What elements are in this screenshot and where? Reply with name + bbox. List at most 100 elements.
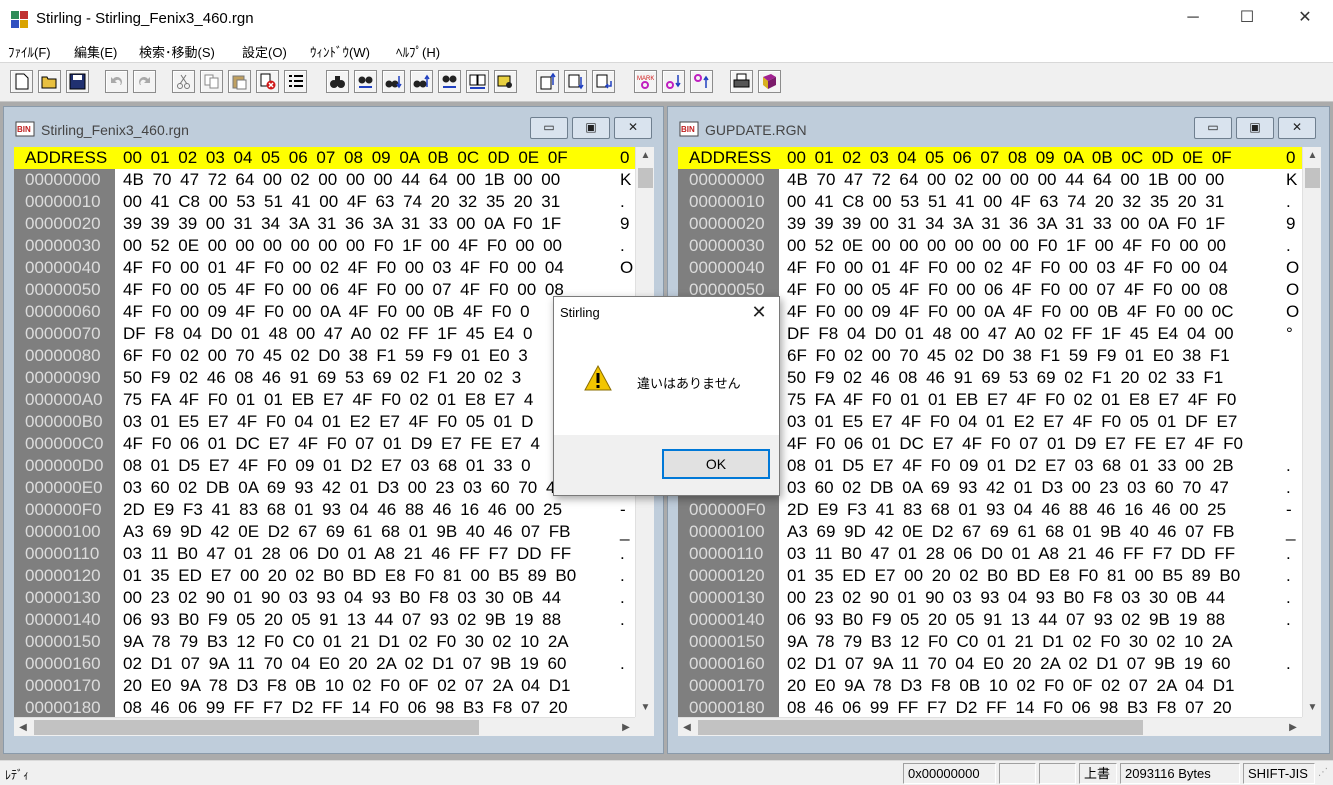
row-bytes[interactable]: 03 11 B0 47 01 28 06 D0 01 A8 21 46 FF F… [787, 543, 1235, 565]
right-close-button[interactable]: ✕ [1278, 117, 1316, 139]
hex-row[interactable]: 00000120 01 35 ED E7 00 20 02 B0 BD E8 F0… [678, 565, 1321, 587]
row-ascii[interactable]: O [620, 257, 633, 279]
jump-mid-icon[interactable] [564, 70, 587, 93]
minimize-button[interactable]: ─ [1170, 0, 1216, 38]
row-ascii[interactable]: . [1286, 543, 1291, 565]
row-bytes[interactable]: 50 F9 02 46 08 46 91 69 53 69 02 F1 20 0… [123, 367, 521, 389]
row-ascii[interactable]: . [1286, 235, 1291, 257]
close-button[interactable]: ✕ [1282, 0, 1328, 38]
row-bytes[interactable]: 02 D1 07 9A 11 70 04 E0 20 2A 02 D1 07 9… [123, 653, 566, 675]
row-ascii[interactable]: . [620, 587, 625, 609]
row-bytes[interactable]: 4B 70 47 72 64 00 02 00 00 00 44 64 00 1… [123, 169, 560, 191]
row-bytes[interactable]: 00 23 02 90 01 90 03 93 04 93 B0 F8 03 3… [787, 587, 1225, 609]
hex-row[interactable]: 000000F0 2D E9 F3 41 83 68 01 93 04 46 88… [14, 499, 654, 521]
scroll-up-arrow[interactable]: ▲ [1303, 147, 1321, 165]
menu-window[interactable]: ｳｨﾝﾄﾞｳ(W) [310, 42, 370, 61]
row-bytes[interactable]: 20 E0 9A 78 D3 F8 0B 10 02 F0 0F 02 07 2… [787, 675, 1235, 697]
maximize-button[interactable]: ☐ [1224, 0, 1270, 38]
scroll-thumb[interactable] [638, 168, 653, 188]
jump-end-icon[interactable] [592, 70, 615, 93]
row-ascii[interactable]: - [1286, 499, 1292, 521]
row-ascii[interactable]: . [1286, 477, 1291, 499]
hex-row[interactable]: 00000000 4B 70 47 72 64 00 02 00 00 00 44… [678, 169, 1321, 191]
hex-row[interactable]: 00000170 20 E0 9A 78 D3 F8 0B 10 02 F0 0F… [14, 675, 654, 697]
right-vertical-scrollbar[interactable]: ▲ ▼ [1302, 147, 1321, 717]
hex-row[interactable]: 00000150 9A 78 79 B3 12 F0 C0 01 21 D1 02… [678, 631, 1321, 653]
print-icon[interactable] [730, 70, 753, 93]
left-window-title-bar[interactable]: BIN Stirling_Fenix3_460.rgn ▭ ▣ ✕ [4, 107, 663, 147]
hex-row[interactable]: 00000040 4F F0 00 01 4F F0 00 02 4F F0 00… [14, 257, 654, 279]
hex-row[interactable]: 00000140 06 93 B0 F9 05 20 05 91 13 44 07… [678, 609, 1321, 631]
row-ascii[interactable]: - [620, 499, 626, 521]
hex-row[interactable]: 00000040 4F F0 00 01 4F F0 00 02 4F F0 00… [678, 257, 1321, 279]
hex-row[interactable]: 00000120 01 35 ED E7 00 20 02 B0 BD E8 F0… [14, 565, 654, 587]
row-bytes[interactable]: 4F F0 00 01 4F F0 00 02 4F F0 00 03 4F F… [123, 257, 564, 279]
row-bytes[interactable]: 08 01 D5 E7 4F F0 09 01 D2 E7 03 68 01 3… [123, 455, 531, 477]
row-bytes[interactable]: 2D E9 F3 41 83 68 01 93 04 46 88 46 16 4… [123, 499, 562, 521]
hex-row[interactable]: 00000180 08 46 06 99 FF F7 D2 FF 14 F0 06… [14, 697, 654, 717]
cut-icon[interactable] [172, 70, 195, 93]
mark-prev-icon[interactable] [690, 70, 713, 93]
row-bytes[interactable]: A3 69 9D 42 0E D2 67 69 61 68 01 9B 40 4… [787, 521, 1235, 543]
resize-grip[interactable] [635, 717, 654, 736]
left-horizontal-scrollbar[interactable]: ◀ ▶ [14, 717, 635, 736]
row-bytes[interactable]: 9A 78 79 B3 12 F0 C0 01 21 D1 02 F0 30 0… [787, 631, 1233, 653]
right-restore-button[interactable]: ▣ [1236, 117, 1274, 139]
row-bytes[interactable]: 4F F0 00 01 4F F0 00 02 4F F0 00 03 4F F… [787, 257, 1228, 279]
paste-icon[interactable] [228, 70, 251, 93]
row-ascii[interactable]: . [1286, 609, 1291, 631]
hex-row[interactable]: 00000130 00 23 02 90 01 90 03 93 04 93 B0… [14, 587, 654, 609]
copy-icon[interactable] [200, 70, 223, 93]
scroll-thumb[interactable] [1305, 168, 1320, 188]
resize-grip[interactable] [1302, 717, 1321, 736]
row-bytes[interactable]: 4F F0 06 01 DC E7 4F F0 07 01 D9 E7 FE E… [787, 433, 1243, 455]
scroll-thumb[interactable] [698, 720, 1143, 735]
row-ascii[interactable]: K [1286, 169, 1297, 191]
scroll-down-arrow[interactable]: ▼ [636, 699, 654, 717]
scroll-right-arrow[interactable]: ▶ [1284, 718, 1302, 737]
row-bytes[interactable]: 4F F0 06 01 DC E7 4F F0 07 01 D9 E7 FE E… [123, 433, 540, 455]
row-ascii[interactable]: . [1286, 191, 1291, 213]
hex-row[interactable]: 000000F0 2D E9 F3 41 83 68 01 93 04 46 88… [678, 499, 1321, 521]
menu-edit[interactable]: 編集(E) [74, 42, 117, 61]
row-ascii[interactable]: _ [620, 521, 629, 543]
row-bytes[interactable]: 03 60 02 DB 0A 69 93 42 01 D3 00 23 03 6… [123, 477, 565, 499]
hex-row[interactable]: 00000010 00 41 C8 00 53 51 41 00 4F 63 74… [14, 191, 654, 213]
row-bytes[interactable]: 39 39 39 00 31 34 3A 31 36 3A 31 33 00 0… [787, 213, 1225, 235]
row-bytes[interactable]: 00 41 C8 00 53 51 41 00 4F 63 74 20 32 3… [123, 191, 560, 213]
ok-button[interactable]: OK [662, 449, 770, 479]
print-preview-icon[interactable] [494, 70, 517, 93]
row-ascii[interactable]: O [1286, 257, 1299, 279]
hex-row[interactable]: 00000160 02 D1 07 9A 11 70 04 E0 20 2A 02… [678, 653, 1321, 675]
mark-next-icon[interactable] [662, 70, 685, 93]
row-ascii[interactable]: . [620, 235, 625, 257]
redo-icon[interactable] [133, 70, 156, 93]
hex-row[interactable]: 00000100 A3 69 9D 42 0E D2 67 69 61 68 01… [678, 521, 1321, 543]
row-bytes[interactable]: 50 F9 02 46 08 46 91 69 53 69 02 F1 20 0… [787, 367, 1223, 389]
row-ascii[interactable]: . [620, 565, 625, 587]
scroll-left-arrow[interactable]: ◀ [14, 718, 32, 737]
row-bytes[interactable]: DF F8 04 D0 01 48 00 47 A0 02 FF 1F 45 E… [787, 323, 1234, 345]
row-bytes[interactable]: 4F F0 00 05 4F F0 00 06 4F F0 00 07 4F F… [787, 279, 1228, 301]
row-ascii[interactable]: O [1286, 301, 1299, 323]
left-restore-button[interactable]: ▣ [572, 117, 610, 139]
row-ascii[interactable]: _ [1286, 521, 1295, 543]
row-bytes[interactable]: 01 35 ED E7 00 20 02 B0 BD E8 F0 81 00 B… [123, 565, 576, 587]
hex-row[interactable]: 00000110 03 11 B0 47 01 28 06 D0 01 A8 21… [14, 543, 654, 565]
find-replace-icon[interactable] [354, 70, 377, 93]
scroll-up-arrow[interactable]: ▲ [636, 147, 654, 165]
row-bytes[interactable]: A3 69 9D 42 0E D2 67 69 61 68 01 9B 40 4… [123, 521, 571, 543]
row-bytes[interactable]: 06 93 B0 F9 05 20 05 91 13 44 07 93 02 9… [787, 609, 1225, 631]
right-window-title-bar[interactable]: BIN GUPDATE.RGN ▭ ▣ ✕ [668, 107, 1329, 147]
find-next-icon[interactable] [382, 70, 405, 93]
delete-icon[interactable] [256, 70, 279, 93]
row-bytes[interactable]: 4F F0 00 09 4F F0 00 0A 4F F0 00 0B 4F F… [787, 301, 1233, 323]
hex-row[interactable]: 00000030 00 52 0E 00 00 00 00 00 00 F0 1F… [678, 235, 1321, 257]
row-bytes[interactable]: 75 FA 4F F0 01 01 EB E7 4F F0 02 01 E8 E… [123, 389, 533, 411]
hex-row[interactable]: 00000110 03 11 B0 47 01 28 06 D0 01 A8 21… [678, 543, 1321, 565]
jump-start-icon[interactable] [536, 70, 559, 93]
row-bytes[interactable]: 03 60 02 DB 0A 69 93 42 01 D3 00 23 03 6… [787, 477, 1229, 499]
left-close-button[interactable]: ✕ [614, 117, 652, 139]
menu-file[interactable]: ﾌｧｲﾙ(F) [8, 42, 51, 61]
row-ascii[interactable]: . [1286, 565, 1291, 587]
